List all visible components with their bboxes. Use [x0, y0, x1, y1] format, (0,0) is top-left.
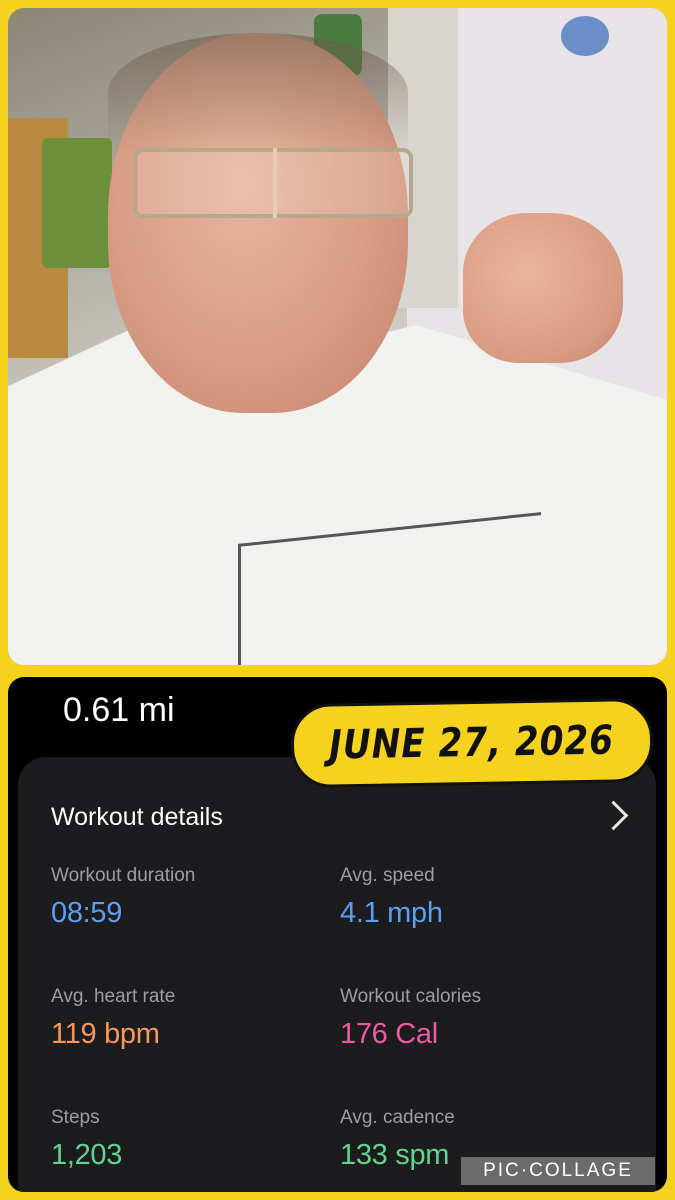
- wall-sticker: [561, 16, 609, 56]
- metric-label: Avg. cadence: [340, 1107, 455, 1128]
- raised-fist: [463, 213, 623, 363]
- date-sticker: JUNE 27, 2026: [290, 697, 654, 789]
- pic-collage-watermark: PIC·COLLAGE: [461, 1157, 655, 1185]
- metric-label: Steps: [51, 1107, 100, 1128]
- green-towel: [42, 138, 112, 268]
- metric-value: 119 bpm: [51, 1018, 160, 1050]
- metric-value: 1,203: [51, 1139, 123, 1171]
- metric-avg-speed: Avg. speed 4.1 mph: [340, 865, 443, 930]
- metric-workout-calories: Workout calories 176 Cal: [340, 986, 481, 1051]
- hair: [108, 33, 408, 153]
- metric-label: Workout calories: [340, 986, 482, 1007]
- metric-avg-cadence: Avg. cadence 133 spm: [340, 1107, 455, 1172]
- metric-value: 176 Cal: [340, 1018, 438, 1050]
- metric-value: 08:59: [51, 897, 123, 929]
- workout-details-title: Workout details: [51, 803, 223, 831]
- workout-details-card[interactable]: Workout details Workout duration 08:59 A…: [18, 757, 656, 1192]
- eyeglasses: [133, 148, 413, 218]
- date-text: JUNE 27, 2026: [329, 717, 615, 769]
- metric-avg-heart-rate: Avg. heart rate 119 bpm: [51, 986, 175, 1051]
- chevron-right-icon[interactable]: [598, 800, 629, 831]
- metric-workout-duration: Workout duration 08:59: [51, 865, 195, 930]
- metric-label: Avg. heart rate: [51, 986, 176, 1007]
- selfie-photo: [8, 8, 667, 665]
- metric-label: Avg. speed: [340, 865, 435, 886]
- metric-value: 4.1 mph: [340, 897, 443, 929]
- metric-steps: Steps 1,203: [51, 1107, 122, 1172]
- distance-value: 0.61 mi: [63, 691, 175, 729]
- metric-value: 133 spm: [340, 1139, 450, 1171]
- metric-label: Workout duration: [51, 865, 196, 886]
